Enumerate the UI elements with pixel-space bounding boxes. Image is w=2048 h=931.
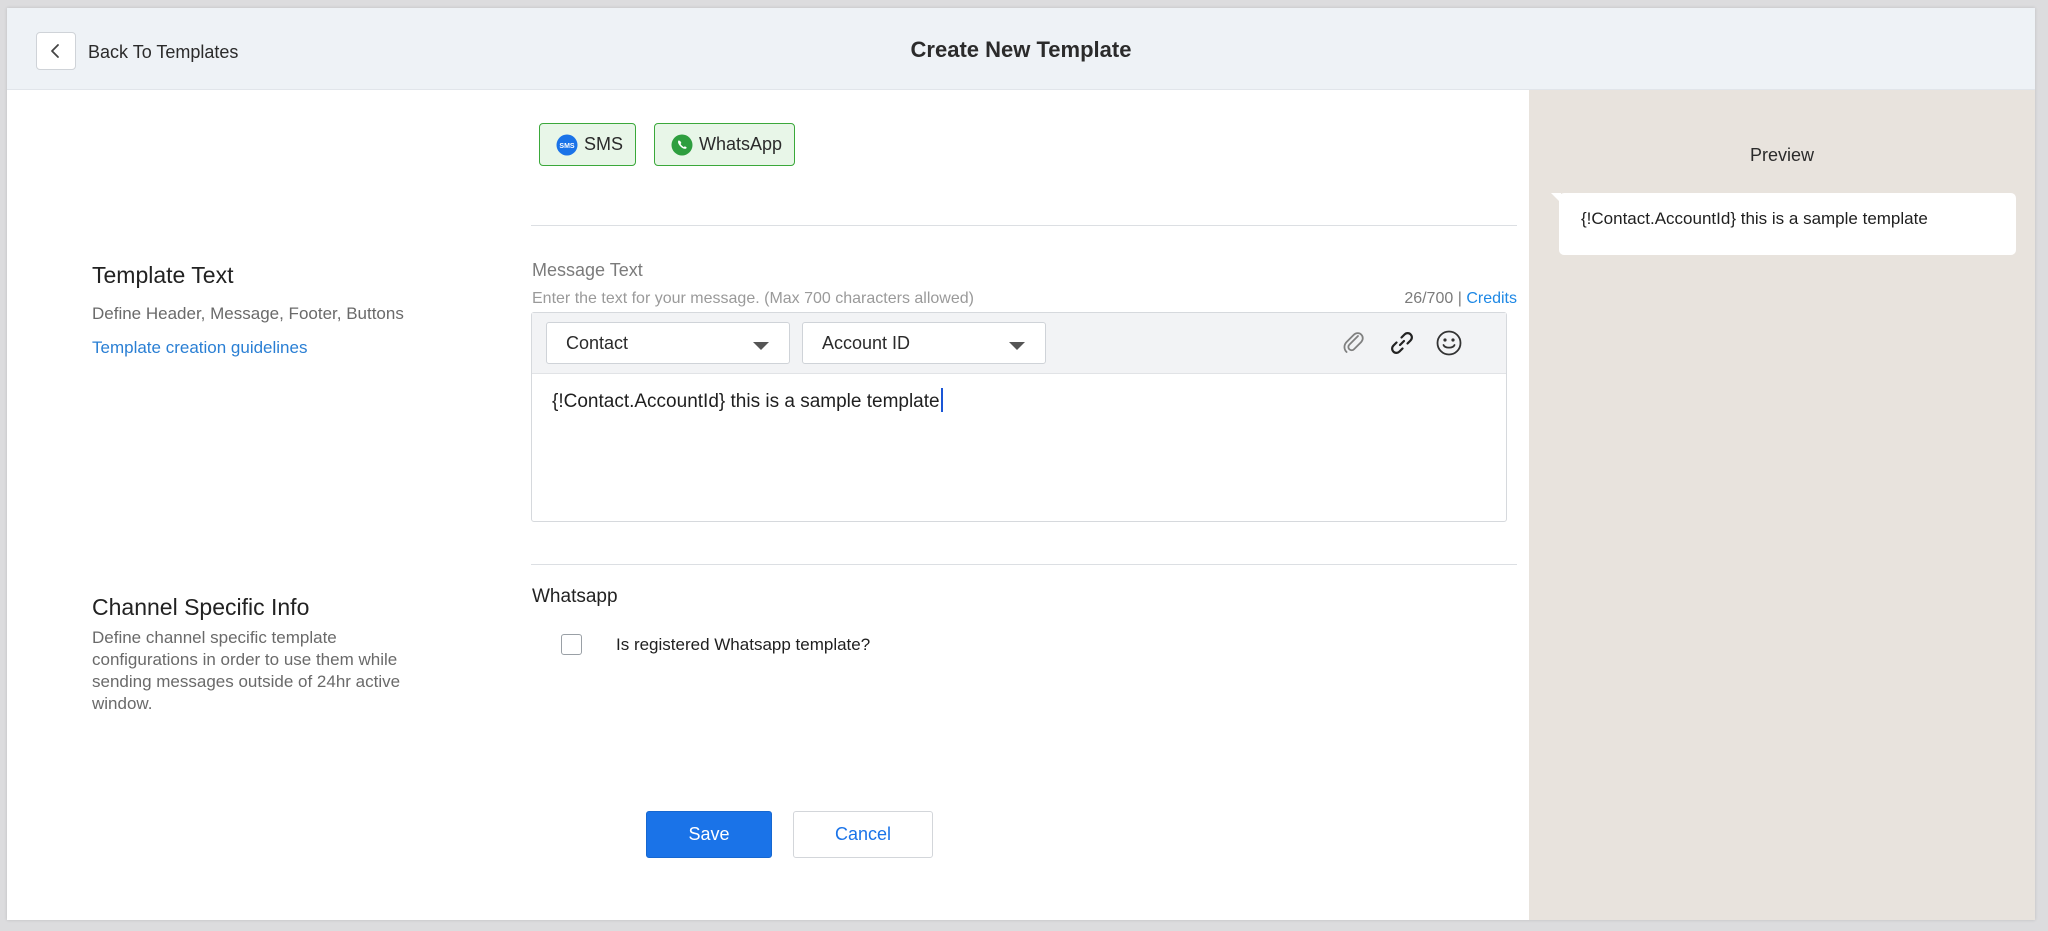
page-header: Back To Templates Create New Template [7, 8, 2035, 90]
field-select[interactable]: Account ID [802, 322, 1046, 364]
character-count-value: 26/700 [1404, 290, 1454, 307]
editor-toolbar: Contact Account ID [532, 313, 1506, 374]
chevron-down-icon [753, 342, 769, 350]
preview-panel: Preview {!Contact.AccountId} this is a s… [1529, 90, 2035, 920]
channel-whatsapp-label: WhatsApp [699, 134, 783, 154]
whatsapp-icon [671, 134, 693, 155]
object-select-value: Contact [566, 333, 629, 353]
template-guidelines-link[interactable]: Template creation guidelines [92, 338, 307, 358]
message-body-text: {!Contact.AccountId} this is a sample te… [552, 391, 940, 412]
channel-sms-button[interactable]: SMS SMS [539, 123, 637, 166]
registered-template-label[interactable]: Is registered Whatsapp template? [616, 635, 870, 655]
text-cursor [940, 388, 943, 412]
channel-info-title: Channel Specific Info [92, 594, 310, 620]
message-editor[interactable]: Contact Account ID {!Contact.AccountId} … [531, 312, 1507, 522]
link-icon[interactable] [1387, 328, 1417, 358]
cancel-button[interactable]: Cancel [793, 811, 933, 858]
whatsapp-section-title: Whatsapp [532, 586, 618, 607]
page-title: Create New Template [910, 37, 1132, 62]
preview-message-text: {!Contact.AccountId} this is a sample te… [1581, 209, 1928, 228]
channel-sms-label: SMS [584, 134, 624, 154]
registered-template-checkbox[interactable] [561, 634, 582, 655]
save-button-label: Save [688, 824, 730, 844]
template-text-description: Define Header, Message, Footer, Buttons [92, 304, 404, 323]
preview-message-bubble: {!Contact.AccountId} this is a sample te… [1559, 193, 2016, 255]
attachment-icon[interactable] [1339, 328, 1369, 358]
field-select-value: Account ID [822, 333, 911, 353]
message-text-label: Message Text [532, 260, 643, 280]
channel-info-description: Define channel specific template configu… [92, 628, 401, 713]
character-count: 26/700 | Credits [1404, 290, 1517, 308]
object-select[interactable]: Contact [546, 322, 790, 364]
divider [531, 564, 1517, 565]
app-window: Back To Templates Create New Template SM… [7, 8, 2035, 920]
message-body[interactable]: {!Contact.AccountId} this is a sample te… [552, 388, 943, 413]
emoji-icon[interactable] [1434, 328, 1464, 358]
template-text-title: Template Text [92, 262, 234, 288]
channel-whatsapp-button[interactable]: WhatsApp [654, 123, 796, 166]
preview-title: Preview [1749, 145, 1815, 165]
save-button[interactable]: Save [646, 811, 772, 858]
message-text-hint: Enter the text for your message. (Max 70… [532, 290, 974, 307]
svg-text:SMS: SMS [559, 143, 575, 150]
sms-icon: SMS [556, 134, 578, 155]
chevron-down-icon [1009, 342, 1025, 350]
cancel-button-label: Cancel [834, 824, 892, 844]
count-separator: | [1457, 290, 1462, 307]
template-form: SMS SMS WhatsApp Template Text Define He… [7, 90, 1529, 920]
credits-link[interactable]: Credits [1466, 290, 1517, 307]
divider [531, 225, 1517, 226]
